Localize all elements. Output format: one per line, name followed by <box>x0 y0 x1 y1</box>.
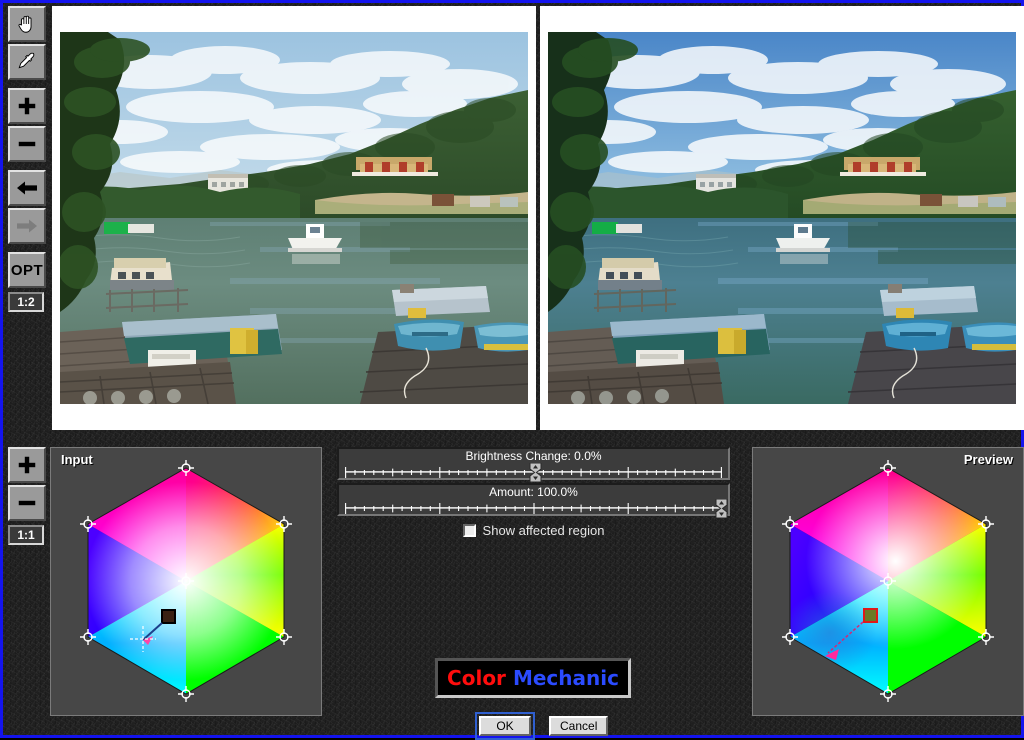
zoom-in-tool-button[interactable] <box>8 88 46 124</box>
hex-zoom-indicator: 1:1 <box>8 525 44 545</box>
image-zoom-indicator: 1:2 <box>8 292 44 312</box>
dialog-button-row: OK Cancel <box>475 712 612 740</box>
plus-icon <box>18 97 36 115</box>
logo-word-mechanic: Mechanic <box>512 666 619 690</box>
zoom-out-tool-button[interactable] <box>8 126 46 162</box>
minus-icon <box>18 500 36 506</box>
ok-button[interactable]: OK <box>479 716 531 736</box>
minus-icon <box>18 141 36 147</box>
color-mechanic-window: OPT 1:2 1:1 Input Preview Brightness Cha… <box>0 0 1024 740</box>
amount-slider[interactable]: Amount: 100.0% <box>337 483 730 518</box>
eyedropper-tool-button[interactable] <box>8 44 46 80</box>
app-logo: Color Mechanic <box>435 658 631 698</box>
preview-source-marker[interactable] <box>863 608 878 623</box>
preview-photo[interactable] <box>548 32 1016 404</box>
show-affected-region-label: Show affected region <box>482 522 605 538</box>
lake-scene-preview-image <box>548 32 1016 404</box>
brightness-change-label: Brightness Change: 0.0% <box>465 449 602 463</box>
hand-tool-button[interactable] <box>8 6 46 42</box>
input-color-hexagon[interactable] <box>51 448 321 715</box>
input-source-marker[interactable] <box>161 609 176 624</box>
logo-word-color: Color <box>447 666 506 690</box>
amount-label: Amount: 100.0% <box>489 485 578 499</box>
hand-icon <box>18 15 32 33</box>
preview-image-panel[interactable] <box>540 6 1024 430</box>
cancel-button[interactable]: Cancel <box>549 716 609 736</box>
show-affected-region-checkbox[interactable] <box>462 523 476 537</box>
hex-zoom-in-button[interactable] <box>8 447 46 483</box>
lake-scene-image <box>60 32 528 404</box>
amount-slider-thumb[interactable] <box>715 499 728 518</box>
back-tool-button[interactable] <box>8 170 46 206</box>
hex-toolbar: 1:1 <box>8 447 48 545</box>
cancel-button-focus-ring: Cancel <box>545 712 612 740</box>
options-tool-button[interactable]: OPT <box>8 252 46 288</box>
plus-icon <box>18 456 36 474</box>
original-photo[interactable] <box>60 32 528 404</box>
ok-button-focus-ring: OK <box>475 712 535 740</box>
options-tool-label: OPT <box>10 261 44 279</box>
brightness-slider-thumb[interactable] <box>529 463 542 482</box>
arrow-left-icon <box>17 181 37 195</box>
image-toolbar: OPT 1:2 <box>8 6 48 312</box>
input-color-panel[interactable]: Input <box>50 447 322 716</box>
original-image-panel[interactable] <box>52 6 536 430</box>
forward-tool-button[interactable] <box>8 208 46 244</box>
show-affected-region-row[interactable]: Show affected region <box>337 521 730 539</box>
eyedropper-icon <box>18 52 35 69</box>
arrow-right-icon <box>17 219 37 233</box>
preview-color-hexagon[interactable] <box>753 448 1023 715</box>
brightness-change-slider[interactable]: Brightness Change: 0.0% <box>337 447 730 482</box>
amount-slider-track[interactable] <box>345 503 722 514</box>
preview-color-panel[interactable]: Preview <box>752 447 1024 716</box>
hex-zoom-out-button[interactable] <box>8 485 46 521</box>
